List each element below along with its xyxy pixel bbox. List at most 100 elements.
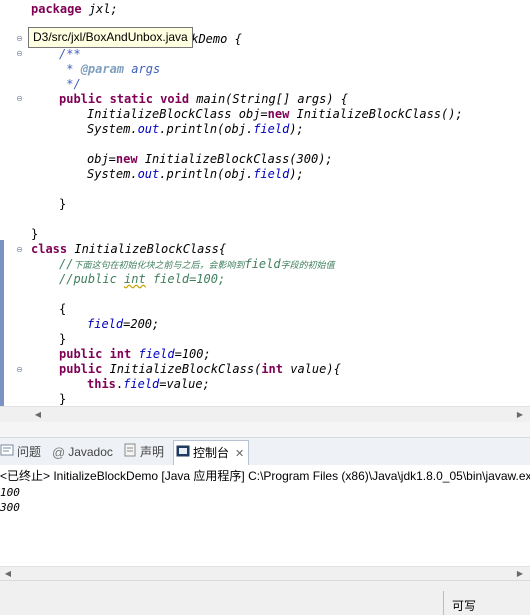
code-text: value){ <box>283 362 341 376</box>
tab-console[interactable]: 控制台 ✕ <box>173 440 250 466</box>
javadoc-tag: @param <box>80 62 125 76</box>
status-divider <box>443 591 444 615</box>
code-line-field-100: public int field=100; <box>59 347 211 362</box>
fold-collapse-icon[interactable]: ⊖ <box>15 365 24 374</box>
code-line-close-main: } <box>59 197 66 212</box>
field-ref: field <box>131 347 175 361</box>
tab-label: 声明 <box>140 445 165 459</box>
code-line-this-field: this.field=value; <box>87 377 210 392</box>
code-line-obj-new: InitializeBlockClass obj=new InitializeB… <box>87 107 463 122</box>
fold-collapse-icon[interactable]: ⊖ <box>15 245 24 254</box>
code-line-constructor: public InitializeBlockClass(int value){ <box>59 362 341 377</box>
scroll-left-icon[interactable]: ◀ <box>3 569 13 579</box>
keyword: int <box>261 362 283 376</box>
code-line-println-2: System.out.println(obj.field); <box>87 167 304 182</box>
keyword: new <box>115 152 138 166</box>
keyword: new <box>267 107 290 121</box>
at-icon: @ <box>52 444 66 460</box>
code-line-field-200: field=200; <box>87 317 159 332</box>
problems-icon <box>0 443 14 463</box>
code-line-comment-field: //public int field=100; <box>59 272 225 287</box>
code-text: =value; <box>159 377 210 391</box>
tab-problems[interactable]: 问题 <box>0 442 41 462</box>
scroll-left-icon[interactable]: ◀ <box>33 410 43 420</box>
code-line-main: public static void main(String[] args) { <box>59 92 348 107</box>
javadoc-text: * <box>59 62 81 76</box>
status-bar: 可写 <box>0 580 530 615</box>
comment-text: 下面这句在初始化块之前与之后，会影响到 <box>73 261 245 271</box>
code-line-block-open: { <box>59 302 66 317</box>
code-text: System. <box>87 122 138 136</box>
code-line-javadoc-start: /** <box>59 47 81 62</box>
code-text: jxl; <box>81 2 118 16</box>
code-text: ); <box>289 167 304 181</box>
code-text: } <box>59 332 67 346</box>
keyword: public static void <box>59 92 190 106</box>
tab-label: 问题 <box>17 445 42 459</box>
code-text: { <box>59 302 67 316</box>
code-line-javadoc-param: * @param args <box>59 62 160 77</box>
fold-collapse-icon[interactable]: ⊖ <box>15 34 24 43</box>
field-ref: field <box>123 377 160 391</box>
comment-text: //public <box>59 272 125 286</box>
field-ref: field <box>253 122 290 136</box>
code-text: } <box>59 197 67 211</box>
fold-collapse-icon[interactable]: ⊖ <box>15 94 24 103</box>
code-text: obj= <box>87 152 116 166</box>
declaration-icon <box>123 443 137 463</box>
code-text: .println(obj. <box>159 122 254 136</box>
code-text: InitializeBlockClass(); <box>289 107 463 121</box>
code-text: InitializeBlockClass obj= <box>87 107 268 121</box>
code-line-class-ibc: class InitializeBlockClass{ <box>31 242 226 257</box>
file-path-tooltip: D3/src/jxl/BoxAndUnbox.java <box>28 27 193 48</box>
keyword: this <box>87 377 116 391</box>
keyword: class <box>31 242 68 256</box>
code-line-block-close: } <box>59 332 66 347</box>
code-text: System. <box>87 167 138 181</box>
panel-sash[interactable] <box>0 422 530 437</box>
code-line-package: package jxl; <box>31 2 118 17</box>
field-ref: field <box>253 167 290 181</box>
scroll-right-icon[interactable]: ▶ <box>515 569 525 579</box>
tab-javadoc[interactable]: @ Javadoc <box>52 442 113 462</box>
view-tabbar: 问题 @ Javadoc 声明 控制台 ✕ <box>0 437 530 466</box>
code-line-println-1: System.out.println(obj.field); <box>87 122 304 137</box>
console-output[interactable]: <已终止> InitializeBlockDemo [Java 应用程序] C:… <box>0 465 530 566</box>
code-line-comment-cn: //下面这句在初始化块之前与之后，会影响到field字段的初始值 <box>59 257 335 272</box>
code-line-javadoc-end: */ <box>59 77 81 92</box>
console-line: 100 <box>0 486 20 499</box>
fold-collapse-icon[interactable]: ⊖ <box>15 49 24 58</box>
code-text: =200; <box>123 317 160 331</box>
tab-declaration[interactable]: 声明 <box>123 442 164 462</box>
code-text: } <box>59 392 67 406</box>
code-line-close-class: } <box>31 227 38 242</box>
code-text: InitializeBlockClass(300); <box>137 152 333 166</box>
javadoc-text: */ <box>59 77 81 91</box>
console-line: 300 <box>0 501 20 514</box>
code-line-obj-new-300: obj=new InitializeBlockClass(300); <box>87 152 333 167</box>
comment-text: field=100; <box>145 272 226 286</box>
editor-gutter <box>0 0 12 406</box>
scroll-right-icon[interactable]: ▶ <box>515 410 525 420</box>
code-text: =100; <box>174 347 211 361</box>
code-text: InitializeBlockClass( <box>102 362 262 376</box>
console-horizontal-scrollbar[interactable]: ◀ ▶ <box>0 566 530 581</box>
code-text: .println(obj. <box>159 167 254 181</box>
field-ref: field <box>87 317 124 331</box>
tab-label: Javadoc <box>68 445 113 459</box>
comment-text: int <box>124 272 146 286</box>
comment-text: field <box>244 257 281 271</box>
console-icon <box>176 442 190 466</box>
static-field: out <box>137 167 160 181</box>
keyword: package <box>31 2 82 16</box>
javadoc-text: args <box>124 62 161 76</box>
comment-text: 字段的初始值 <box>280 261 335 271</box>
static-field: out <box>137 122 160 136</box>
tab-label: 控制台 <box>193 446 230 460</box>
editor-horizontal-scrollbar[interactable]: ◀ ▶ <box>0 406 530 423</box>
javadoc-text: /** <box>59 47 81 61</box>
code-editor[interactable]: ⊖ ⊖ ⊖ ⊖ ⊖ package jxl; ckDemo { /** * @p… <box>0 0 530 406</box>
code-text: InitializeBlockClass{ <box>67 242 227 256</box>
change-marker <box>0 240 4 406</box>
close-icon[interactable]: ✕ <box>235 448 244 460</box>
